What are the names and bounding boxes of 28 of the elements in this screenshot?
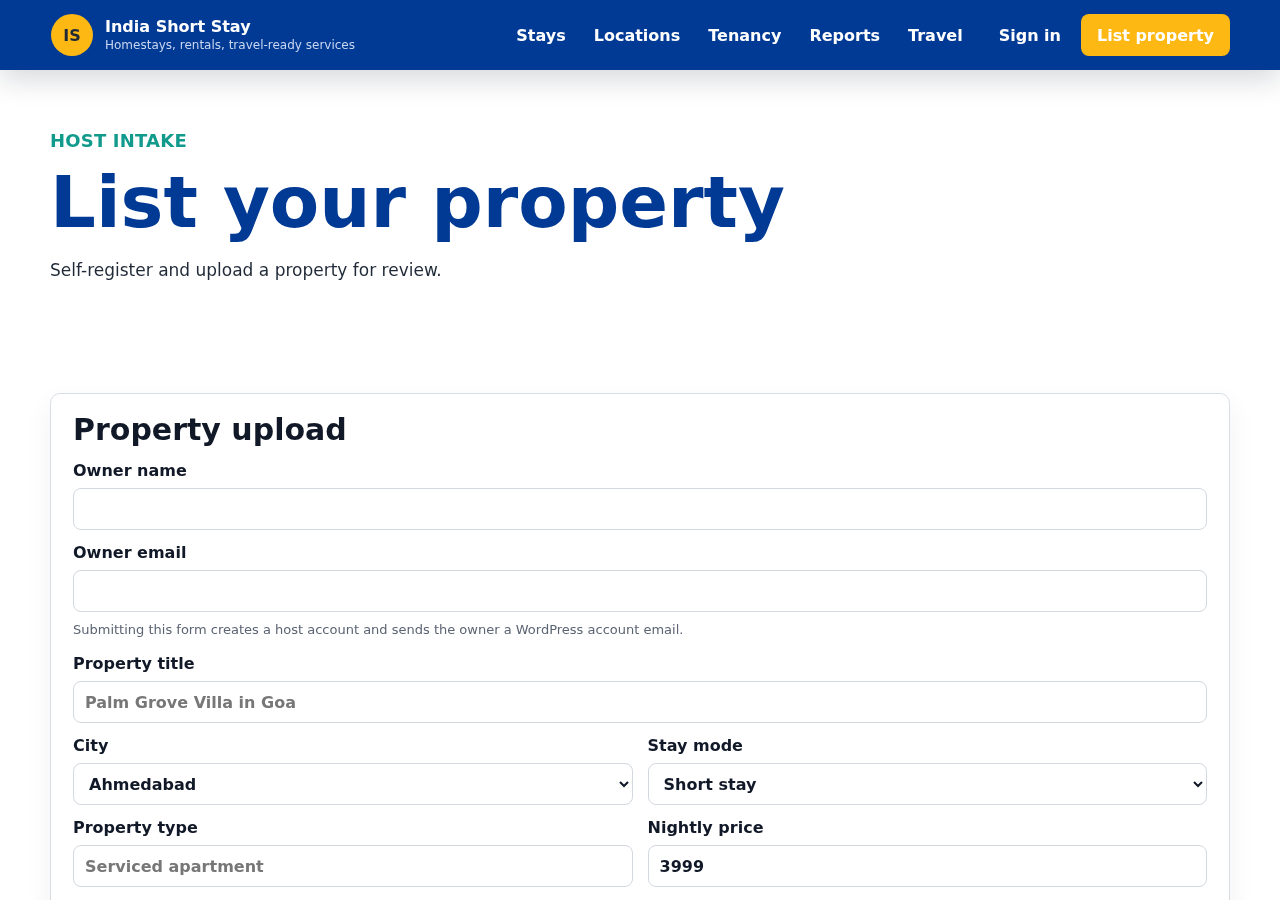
field-label: Property title <box>73 654 196 674</box>
logo: IS <box>51 14 93 56</box>
form-title: Property upload <box>73 412 348 448</box>
field-label: Stay mode <box>647 736 744 756</box>
input-field[interactable]: Serviced apartment <box>73 845 633 887</box>
nav-link[interactable]: Stays <box>516 25 566 45</box>
field-label: City <box>73 736 110 756</box>
nav-link[interactable]: Locations <box>593 25 681 45</box>
hint-text: Submitting this form creates a host account and sends the owner a WordPress account email. <box>73 621 685 639</box>
field-label: Owner name <box>73 461 188 481</box>
page-title: List your property <box>50 163 786 242</box>
nav-link[interactable]: Tenancy <box>708 25 782 45</box>
field-label: Owner email <box>73 543 188 563</box>
eyebrow-text: HOST INTAKE <box>50 130 188 152</box>
input-field[interactable]: Palm Grove Villa in Goa <box>73 681 1207 723</box>
nav-link[interactable]: Reports <box>809 25 881 45</box>
input-field[interactable] <box>73 570 1207 612</box>
sign-in-link[interactable]: Sign in <box>998 25 1061 45</box>
page-subtitle: Self-register and upload a property for review. <box>50 259 443 282</box>
brand-name: India Short Stay <box>105 17 252 37</box>
brand-tagline: Homestays, rentals, travel-ready services <box>105 37 355 53</box>
input-field[interactable]: 3999 <box>647 845 1207 887</box>
select-field[interactable]: Ahmedabad <box>73 763 633 805</box>
nav-link[interactable]: Travel <box>908 25 963 45</box>
field-label: Nightly price <box>647 818 765 838</box>
input-field[interactable] <box>73 488 1207 530</box>
select-field[interactable]: Short stay <box>647 763 1207 805</box>
field-label: Property type <box>73 818 199 838</box>
